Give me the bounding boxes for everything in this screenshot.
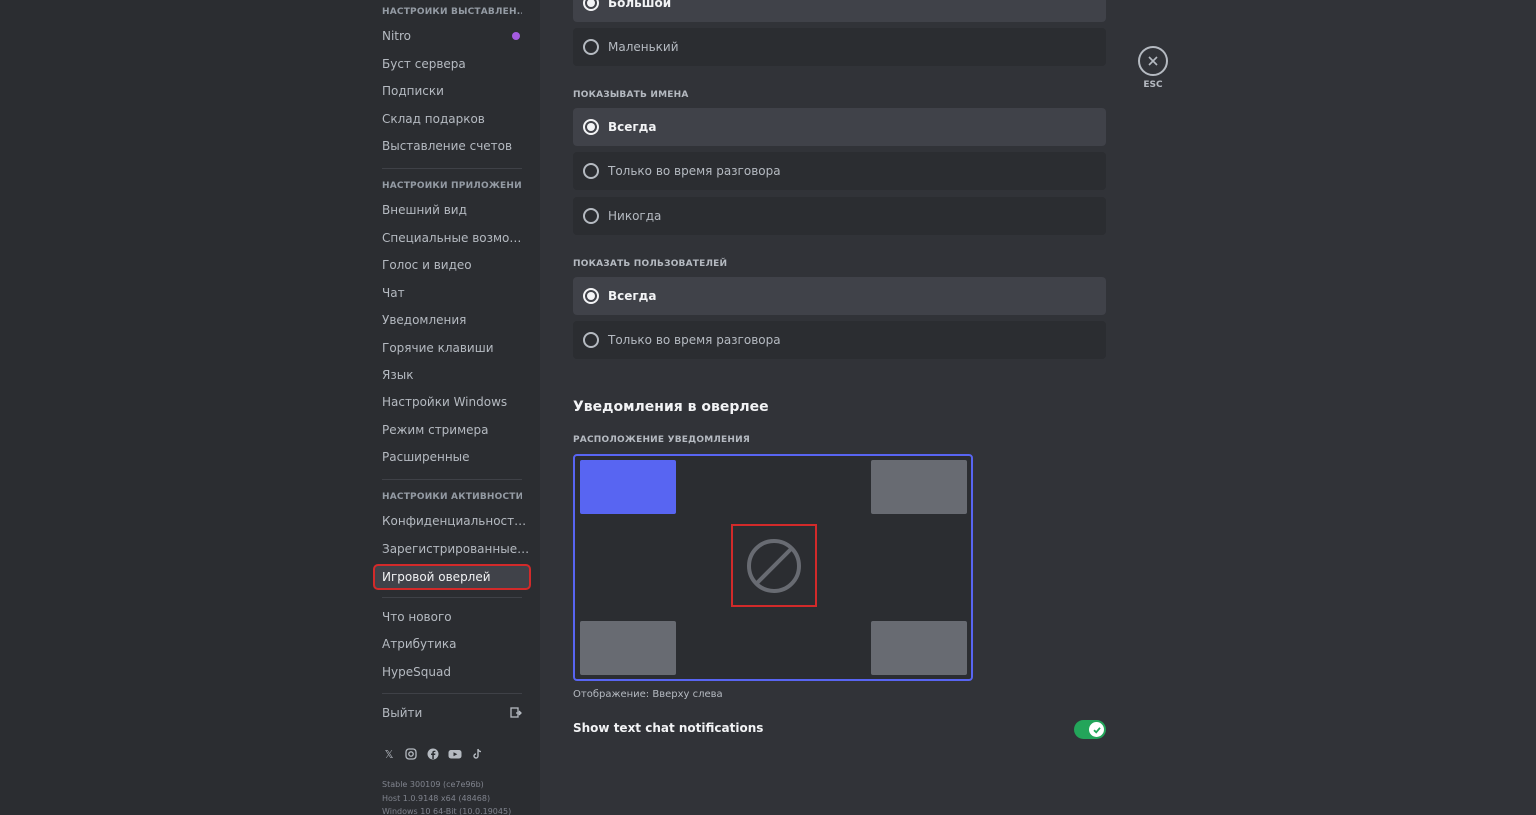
size-option-large[interactable]: Большой bbox=[573, 0, 1106, 22]
size-option-small[interactable]: Маленький bbox=[573, 28, 1106, 66]
users-option-always[interactable]: Всегда bbox=[573, 277, 1106, 315]
sidebar-item-nitro[interactable]: Nitro bbox=[374, 24, 530, 48]
users-option-while-speaking[interactable]: Только во время разговора bbox=[573, 321, 1106, 359]
facebook-icon[interactable] bbox=[426, 747, 440, 761]
radio-icon bbox=[583, 119, 599, 135]
position-caption: Отображение: Вверху слева bbox=[573, 689, 723, 700]
radio-icon bbox=[583, 208, 599, 224]
radio-icon bbox=[583, 39, 599, 55]
names-option-always[interactable]: Всегда bbox=[573, 108, 1106, 146]
text-chat-notifications-toggle[interactable] bbox=[1074, 720, 1106, 739]
radio-icon bbox=[583, 288, 599, 304]
esc-label: ESC bbox=[1143, 80, 1163, 90]
sidebar-item-language[interactable]: Язык bbox=[374, 363, 530, 387]
sidebar-item-keybinds[interactable]: Горячие клавиши bbox=[374, 336, 530, 360]
notification-position-picker bbox=[573, 454, 973, 681]
tiktok-icon[interactable] bbox=[470, 747, 484, 761]
position-bottom-left[interactable] bbox=[580, 621, 676, 675]
close-button[interactable] bbox=[1138, 46, 1168, 76]
sidebar-header-app: НАСТРОЙКИ ПРИЛОЖЕНИЯ bbox=[382, 181, 522, 191]
position-top-left[interactable] bbox=[580, 460, 676, 514]
x-icon[interactable]: 𝕏 bbox=[382, 747, 396, 761]
names-option-while-speaking[interactable]: Только во время разговора bbox=[573, 152, 1106, 190]
sidebar-divider bbox=[382, 479, 522, 480]
sidebar-item-billing[interactable]: Выставление счетов bbox=[374, 134, 530, 158]
notification-position-label: РАСПОЛОЖЕНИЕ УВЕДОМЛЕНИЯ bbox=[573, 435, 750, 445]
sidebar-item-registered-games[interactable]: Зарегистрированные ... bbox=[374, 537, 530, 561]
sidebar-header-activity: НАСТРОЙКИ АКТИВНОСТИ bbox=[382, 492, 522, 502]
sidebar-item-game-overlay[interactable]: Игровой оверлей bbox=[373, 564, 531, 590]
instagram-icon[interactable] bbox=[404, 747, 418, 761]
sidebar-header-billing: НАСТРОЙКИ ВЫСТАВЛЕН... bbox=[382, 7, 522, 17]
radio-icon bbox=[583, 332, 599, 348]
close-settings: ESC bbox=[1138, 46, 1168, 90]
sidebar-item-chat[interactable]: Чат bbox=[374, 281, 530, 305]
sidebar-item-windows-settings[interactable]: Настройки Windows bbox=[374, 390, 530, 414]
sidebar-divider bbox=[382, 168, 522, 169]
radio-icon bbox=[583, 0, 599, 11]
show-users-label: ПОКАЗАТЬ ПОЛЬЗОВАТЕЛЕЙ bbox=[573, 259, 728, 269]
sidebar-item-subscriptions[interactable]: Подписки bbox=[374, 79, 530, 103]
youtube-icon[interactable] bbox=[448, 747, 462, 761]
logout-icon bbox=[510, 707, 522, 718]
check-icon bbox=[1089, 722, 1104, 737]
sidebar-item-hypesquad[interactable]: HypeSquad bbox=[374, 660, 530, 684]
position-bottom-right[interactable] bbox=[871, 621, 967, 675]
sidebar-item-accessibility[interactable]: Специальные возмож... bbox=[374, 226, 530, 250]
sidebar-item-notifications[interactable]: Уведомления bbox=[374, 308, 530, 332]
version-host: Host 1.0.9148 x64 (48468) bbox=[382, 794, 491, 803]
show-names-label: ПОКАЗЫВАТЬ ИМЕНА bbox=[573, 90, 689, 100]
sidebar-item-merch[interactable]: Атрибутика bbox=[374, 632, 530, 656]
social-links: 𝕏 bbox=[382, 747, 484, 761]
sidebar-item-advanced[interactable]: Расширенные bbox=[374, 445, 530, 469]
sidebar-item-whats-new[interactable]: Что нового bbox=[374, 605, 530, 629]
nitro-badge-icon bbox=[512, 32, 520, 40]
radio-icon bbox=[583, 163, 599, 179]
close-icon bbox=[1148, 56, 1158, 66]
overlay-notifications-title: Уведомления в оверлее bbox=[573, 399, 769, 415]
sidebar-item-streamer-mode[interactable]: Режим стримера bbox=[374, 418, 530, 442]
sidebar-item-server-boost[interactable]: Буст сервера bbox=[374, 52, 530, 76]
sidebar-item-appearance[interactable]: Внешний вид bbox=[374, 198, 530, 222]
disabled-icon bbox=[747, 538, 801, 593]
logout-button[interactable]: Выйти bbox=[374, 701, 530, 725]
sidebar-item-gift-inventory[interactable]: Склад подарков bbox=[374, 107, 530, 131]
names-option-never[interactable]: Никогда bbox=[573, 197, 1106, 235]
sidebar-item-voice-video[interactable]: Голос и видео bbox=[374, 253, 530, 277]
sidebar-item-activity-privacy[interactable]: Конфиденциальность ... bbox=[374, 509, 530, 533]
version-stable: Stable 300109 (ce7e96b) bbox=[382, 780, 484, 789]
version-os: Windows 10 64-Bit (10.0.19045) bbox=[382, 807, 512, 815]
sidebar-divider bbox=[382, 597, 522, 598]
sidebar-divider bbox=[382, 693, 522, 694]
position-top-right[interactable] bbox=[871, 460, 967, 514]
text-chat-notifications-label: Show text chat notifications bbox=[573, 721, 764, 735]
position-disabled[interactable] bbox=[731, 524, 817, 607]
